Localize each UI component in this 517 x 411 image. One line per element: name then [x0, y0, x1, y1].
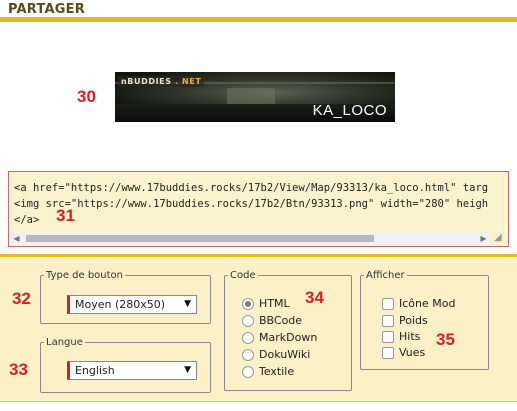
checkbox-icon[interactable]: [382, 331, 394, 343]
scroll-right-icon[interactable]: ▶: [477, 232, 490, 245]
checkbox-icon[interactable]: [382, 315, 394, 327]
callout-30: 30: [77, 87, 96, 106]
horizontal-scrollbar[interactable]: ◀ ▶: [10, 232, 490, 245]
radio-icon[interactable]: [242, 366, 254, 378]
options-panel: 32 Type de bouton Moyen (280x50) ▼ 33 La…: [0, 254, 517, 402]
resize-grip-icon[interactable]: ◢: [494, 232, 506, 244]
scroll-left-icon[interactable]: ◀: [10, 232, 23, 245]
banner-logo: nBUDDIES . NET: [118, 76, 205, 87]
button-type-select[interactable]: Moyen (280x50) ▼: [67, 295, 197, 314]
callout-31: 31: [56, 206, 75, 225]
code-line: <a href="https://www.17buddies.rocks/17b…: [14, 182, 489, 194]
code-line: <img src="https://www.17buddies.rocks/17…: [14, 198, 489, 210]
button-type-value: Moyen (280x50): [75, 298, 166, 311]
code-format-legend: Code: [230, 270, 256, 281]
callout-32: 32: [12, 289, 31, 308]
radio-icon[interactable]: [242, 349, 254, 361]
section-title: PARTAGER: [8, 2, 85, 17]
map-banner-image[interactable]: nBUDDIES . NET KA_LOCO: [115, 72, 395, 122]
checkbox-icon[interactable]: [382, 347, 394, 359]
radio-selected-icon[interactable]: [242, 298, 254, 310]
callout-33: 33: [9, 360, 28, 379]
chevron-down-icon: ▼: [184, 365, 191, 375]
checkbox-icon[interactable]: [382, 298, 394, 310]
language-value: English: [75, 364, 115, 377]
language-legend: Langue: [46, 337, 83, 348]
banner-map-name: KA_LOCO: [312, 102, 387, 119]
code-line: </a>: [14, 214, 40, 226]
callout-34: 34: [305, 288, 324, 307]
callout-35: 35: [436, 330, 455, 349]
button-type-legend: Type de bouton: [46, 270, 124, 281]
radio-icon[interactable]: [242, 332, 254, 344]
chevron-down-icon: ▼: [184, 299, 191, 309]
embed-code-textarea[interactable]: <a href="https://www.17buddies.rocks/17b…: [8, 171, 509, 247]
scroll-thumb[interactable]: [26, 235, 374, 242]
radio-icon[interactable]: [242, 315, 254, 327]
language-select[interactable]: English ▼: [67, 361, 197, 380]
title-underline: [0, 17, 517, 22]
display-legend: Afficher: [366, 270, 405, 281]
embed-code-text: <a href="https://www.17buddies.rocks/17b…: [14, 180, 508, 228]
